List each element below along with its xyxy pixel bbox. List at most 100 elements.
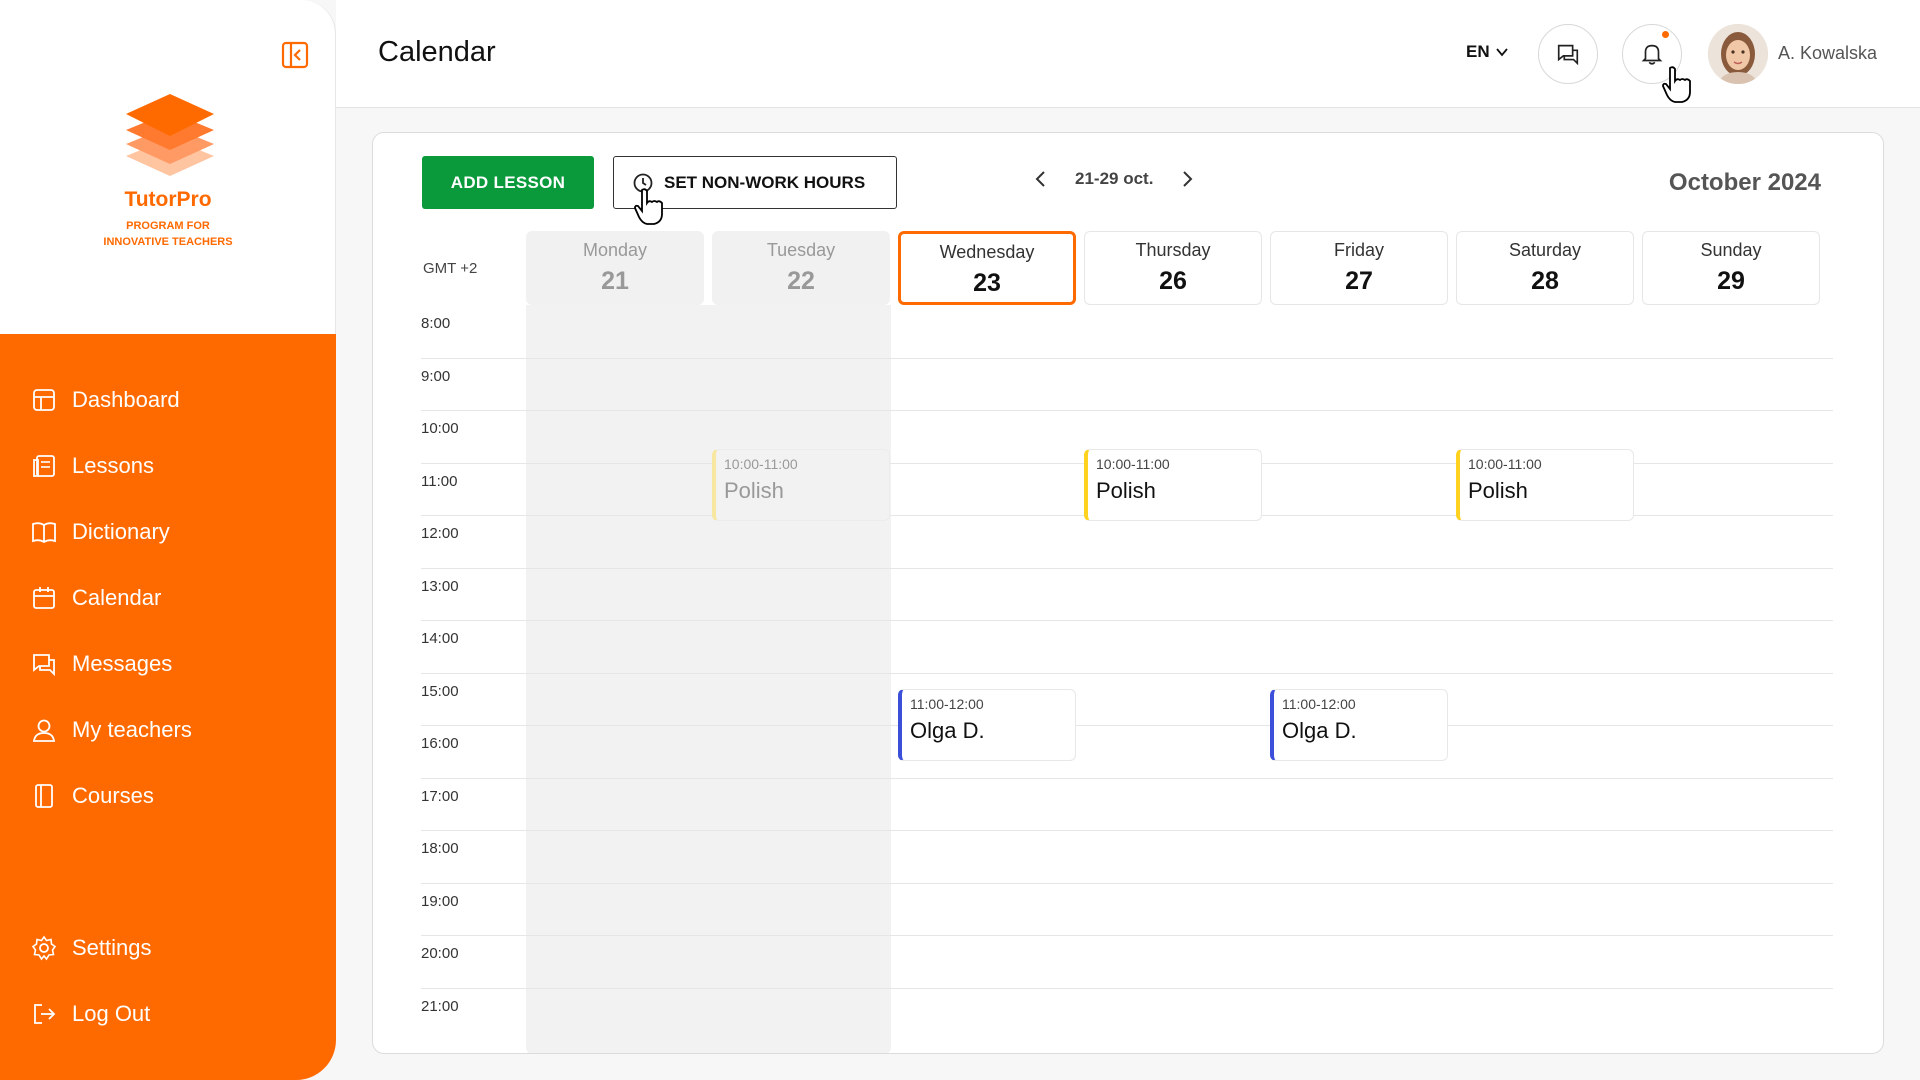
week-range: 21-29 oct.	[1075, 169, 1154, 188]
day-header-friday[interactable]: Friday 27	[1270, 231, 1448, 305]
bell-icon	[1641, 44, 1663, 65]
calendar-icon	[33, 587, 55, 609]
hour-gridline	[421, 935, 1833, 936]
sidebar-item-courses[interactable]: Courses	[30, 778, 154, 814]
sidebar-header: TutorPro PROGRAM FOR INNOVATIVE TEACHERS	[0, 0, 336, 334]
day-header-wednesday[interactable]: Wednesday 23	[898, 231, 1076, 305]
courses-icon	[35, 784, 53, 808]
day-name: Tuesday	[766, 240, 836, 260]
hour-label: 19:00	[421, 892, 459, 910]
hour-label: 14:00	[421, 630, 459, 647]
hour-gridline	[421, 567, 1833, 569]
hour-gridline	[421, 830, 1833, 831]
sidebar-item-dashboard[interactable]: Dashboard	[30, 382, 180, 418]
day-header-thursday[interactable]: Thursday 26	[1084, 231, 1262, 305]
hour-gridline	[421, 410, 1833, 411]
hour-label: 18:00	[421, 840, 459, 857]
user-icon	[32, 719, 56, 742]
calendar-card: ADD LESSON SET NON-WORK HOURS 21-29 oct.…	[372, 132, 1884, 1054]
event-title: Polish	[1096, 478, 1156, 503]
lesson-event[interactable]: 10:00-11:00 Polish	[712, 449, 890, 521]
day-header-sunday[interactable]: Sunday 29	[1642, 231, 1820, 305]
day-header-monday[interactable]: Monday 21	[526, 231, 704, 305]
sidebar-item-label: Settings	[72, 935, 152, 960]
day-number: 23	[973, 269, 1001, 297]
day-name: Monday	[582, 240, 648, 260]
lesson-event[interactable]: 10:00-11:00 Polish	[1084, 449, 1262, 521]
chevron-down-icon	[1495, 48, 1508, 57]
lesson-event[interactable]: 11:00-12:00 Olga D.	[1270, 689, 1448, 761]
event-time: 10:00-11:00	[1096, 456, 1170, 472]
language-selector[interactable]: EN	[1466, 42, 1510, 62]
set-non-work-hours-button[interactable]: SET NON-WORK HOURS	[613, 156, 897, 209]
day-number: 21	[601, 267, 629, 295]
clock-icon	[633, 173, 653, 192]
day-header-saturday[interactable]: Saturday 28	[1456, 231, 1634, 305]
day-number: 29	[1717, 267, 1745, 295]
day-name: Thursday	[1135, 240, 1211, 260]
hour-gridline	[421, 672, 1833, 674]
event-time: 11:00-12:00	[1282, 696, 1356, 712]
event-title: Olga D.	[910, 718, 985, 743]
chevron-left-icon[interactable]	[1033, 169, 1049, 189]
avatar[interactable]	[1708, 24, 1768, 84]
lessons-icon	[33, 455, 55, 477]
collapse-sidebar-icon[interactable]	[280, 40, 310, 70]
hour-gridline	[421, 357, 1833, 359]
user-photo	[1708, 24, 1768, 84]
page-title: Calendar	[378, 36, 496, 68]
sidebar-nav: Dashboard Lessons Dictionary Calendar Me…	[0, 334, 336, 1080]
day-name: Friday	[1333, 240, 1384, 260]
logo-icon	[126, 94, 214, 176]
sidebar-item-my-teachers[interactable]: My teachers	[30, 712, 192, 748]
sidebar-item-label: My teachers	[72, 717, 192, 742]
messages-button[interactable]	[1538, 24, 1598, 84]
day-number: 22	[787, 267, 815, 295]
sidebar-item-dictionary[interactable]: Dictionary	[30, 514, 170, 550]
sidebar-item-label: Lessons	[72, 453, 154, 478]
sidebar-item-label: Calendar	[72, 585, 162, 610]
hour-label: 17:00	[421, 787, 459, 805]
chat-icon	[1557, 44, 1579, 66]
language-label: EN	[1466, 42, 1490, 61]
timezone-label: GMT +2	[423, 260, 478, 277]
sidebar-item-label: Log Out	[72, 1001, 151, 1026]
month-title: October 2024	[1668, 169, 1821, 196]
notifications-button[interactable]	[1622, 24, 1682, 84]
sidebar-item-messages[interactable]: Messages	[30, 646, 172, 682]
past-days-shading	[526, 305, 891, 1053]
sidebar-item-calendar[interactable]: Calendar	[30, 580, 161, 616]
hour-label: 13:00	[421, 577, 459, 595]
day-header-tuesday[interactable]: Tuesday 22	[712, 231, 890, 305]
book-icon	[32, 522, 56, 544]
user-name: A. Kowalska	[1778, 43, 1878, 63]
hour-label: 16:00	[421, 735, 459, 752]
hour-label: 20:00	[421, 945, 459, 962]
day-number: 28	[1531, 267, 1559, 295]
event-time: 11:00-12:00	[910, 696, 984, 712]
logout-icon	[34, 1004, 56, 1024]
chevron-right-icon[interactable]	[1179, 169, 1195, 189]
day-number: 27	[1345, 267, 1373, 295]
event-time: 10:00-11:00	[1468, 456, 1542, 472]
non-work-hours-label: SET NON-WORK HOURS	[664, 172, 866, 192]
day-number: 26	[1159, 267, 1187, 295]
event-time: 10:00-11:00	[724, 456, 798, 472]
add-lesson-button[interactable]: ADD LESSON	[422, 156, 594, 209]
hour-gridline	[421, 725, 1833, 726]
sidebar-item-label: Dictionary	[72, 519, 170, 544]
lesson-event[interactable]: 11:00-12:00 Olga D.	[898, 689, 1076, 761]
hour-gridline	[421, 882, 1833, 884]
hour-gridline	[421, 777, 1833, 779]
sidebar-item-logout[interactable]: Log Out	[30, 996, 150, 1032]
sidebar-item-lessons[interactable]: Lessons	[30, 448, 154, 484]
brand-name: TutorPro	[124, 188, 212, 211]
sidebar-item-label: Dashboard	[72, 387, 180, 412]
brand-tagline: PROGRAM FOR INNOVATIVE TEACHERS	[103, 220, 233, 248]
sidebar-item-settings[interactable]: Settings	[30, 930, 152, 966]
lesson-event[interactable]: 10:00-11:00 Polish	[1456, 449, 1634, 521]
hour-label: 12:00	[421, 525, 459, 542]
hour-label: 11:00	[421, 472, 458, 490]
top-header: Calendar EN A. Kowalska	[336, 0, 1920, 108]
hour-label: 8:00	[421, 315, 451, 332]
